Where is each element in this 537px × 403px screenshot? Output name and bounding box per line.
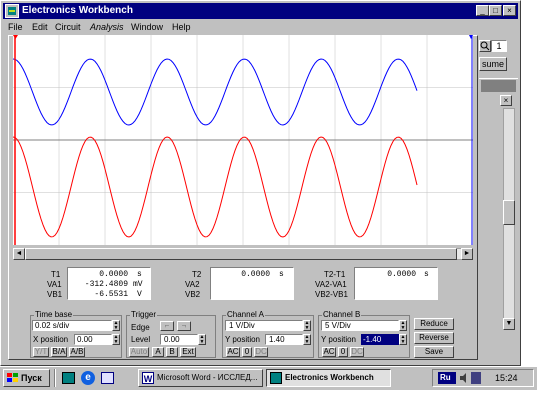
mode-ba-button[interactable]: B/A [51, 347, 67, 357]
edge-falling-button[interactable]: ¬ [177, 321, 191, 331]
mode-yt-button[interactable]: Y/T [33, 347, 49, 357]
channel-a-ypos-label: Y position [225, 335, 260, 344]
channel-a-scale: 1 V/Div [229, 321, 255, 330]
va1-label: VA1 [47, 280, 62, 289]
reverse-button[interactable]: Reverse [414, 332, 454, 344]
t1-value: 0.0000 [99, 270, 128, 279]
close-button[interactable]: × [503, 5, 516, 16]
volume-icon[interactable] [460, 372, 468, 384]
word-icon: W [142, 372, 154, 384]
app-icon[interactable] [5, 4, 19, 18]
menu-window[interactable]: Window [131, 22, 163, 32]
scope-screen [13, 35, 473, 245]
edge-label: Edge [131, 323, 150, 332]
channel-b-ypos-label: Y position [321, 335, 356, 344]
subwindow-close-button[interactable]: × [500, 95, 512, 106]
channel-b-scale: 5 V/Div [325, 321, 351, 330]
edge-rising-button[interactable]: ⌐ [160, 321, 174, 331]
channel-b-ypos-value: -1.40 [363, 335, 382, 344]
level-label: Level [131, 335, 151, 344]
zoom-field[interactable]: 1 [491, 40, 507, 52]
timebase-title: Time base [34, 310, 74, 319]
vb1-unit: V [137, 290, 142, 299]
hscroll-thumb[interactable] [25, 248, 457, 260]
right-scroll-down[interactable]: ▼ [503, 318, 515, 330]
va1-unit: mV [133, 280, 143, 289]
timebase-spinner[interactable]: ▲ ▼ [112, 320, 120, 331]
channel-a-scale-spinner[interactable]: ▲ ▼ [303, 320, 311, 331]
channel-a-dc-button[interactable]: DC [254, 347, 268, 357]
channel-a-ypos-spinner[interactable]: ▲ ▼ [303, 334, 311, 345]
windows-logo-icon [7, 373, 18, 382]
window-title: Electronics Workbench [22, 5, 133, 16]
start-label: Пуск [21, 373, 42, 383]
minimize-button[interactable]: _ [476, 5, 489, 16]
save-button[interactable]: Save [414, 346, 454, 358]
quicklaunch-channels-icon[interactable] [101, 372, 114, 384]
mode-ab-button[interactable]: A/B [69, 347, 85, 357]
taskbar-separator [54, 369, 56, 387]
hscroll-right[interactable]: ► [461, 248, 473, 260]
t1-label: T1 [51, 270, 61, 279]
maximize-button[interactable]: □ [489, 5, 502, 16]
channel-b-scale-spinner[interactable]: ▲ ▼ [399, 320, 407, 331]
t21-unit: s [424, 270, 429, 279]
trigger-title: Trigger [130, 310, 158, 319]
channel-b-ypos-spinner[interactable]: ▲ ▼ [399, 334, 407, 345]
level-spinner[interactable]: ▲ ▼ [198, 334, 206, 345]
hscroll-left[interactable]: ◄ [13, 248, 25, 260]
quicklaunch-desktop-icon[interactable] [62, 372, 75, 384]
menu-analysis[interactable]: Analysis [90, 22, 124, 32]
quicklaunch-ie-icon[interactable]: e [81, 371, 95, 385]
trigger-a-button[interactable]: A [152, 347, 164, 357]
trigger-b-button[interactable]: B [166, 347, 178, 357]
magnifier-icon [480, 41, 490, 51]
right-scroll-thumb[interactable] [503, 200, 515, 225]
channel-a-ypos-value: 1.40 [269, 335, 285, 344]
vb21-label: VB2-VB1 [315, 290, 348, 299]
channel-a-ac-button[interactable]: AC [226, 347, 240, 357]
menu-circuit[interactable]: Circuit [55, 22, 81, 32]
t1-unit: s [137, 270, 142, 279]
channel-a-title: Channel A [226, 310, 265, 319]
t21-value: 0.0000 [387, 270, 416, 279]
vb2-label: VB2 [185, 290, 201, 299]
t2-label: T2 [192, 270, 202, 279]
menu-file[interactable]: File [8, 22, 23, 32]
channel-b-dc-button[interactable]: DC [350, 347, 364, 357]
va1-value: -312.4809 [84, 280, 128, 289]
task-ewb-label: Electronics Workbench [285, 373, 374, 382]
resume-button[interactable]: sume [479, 57, 507, 71]
t2-unit: s [279, 270, 284, 279]
right-subwindow-titlebar [481, 80, 516, 92]
language-label: Ru [440, 373, 451, 382]
zoom-button[interactable] [479, 40, 491, 52]
t2-value: 0.0000 [241, 270, 270, 279]
network-icon[interactable] [471, 372, 481, 384]
clock: 15:24 [495, 373, 518, 383]
va21-label: VA2-VA1 [315, 280, 347, 289]
trigger-ext-button[interactable]: Ext [180, 347, 196, 357]
vb1-value: -6.5531 [94, 290, 128, 299]
vb1-label: VB1 [47, 290, 63, 299]
ewb-icon [270, 372, 282, 384]
channel-b-zero-button[interactable]: 0 [338, 347, 348, 357]
va2-label: VA2 [185, 280, 200, 289]
xpos-label: X position [33, 335, 69, 344]
t21-label: T2-T1 [324, 270, 346, 279]
reduce-button[interactable]: Reduce [414, 318, 454, 330]
xpos-value: 0.00 [77, 335, 93, 344]
timebase-value: 0.02 s/div [35, 321, 70, 330]
channel-b-title: Channel B [322, 310, 362, 319]
task-word-label: Microsoft Word - ИССЛЕД... [157, 373, 258, 382]
trigger-auto-button[interactable]: Auto [129, 347, 149, 357]
channel-b-ac-button[interactable]: AC [322, 347, 336, 357]
xpos-spinner[interactable]: ▲ ▼ [112, 334, 120, 345]
level-value: 0.00 [164, 335, 180, 344]
menu-help[interactable]: Help [172, 22, 191, 32]
menu-edit[interactable]: Edit [32, 22, 48, 32]
channel-a-zero-button[interactable]: 0 [242, 347, 252, 357]
